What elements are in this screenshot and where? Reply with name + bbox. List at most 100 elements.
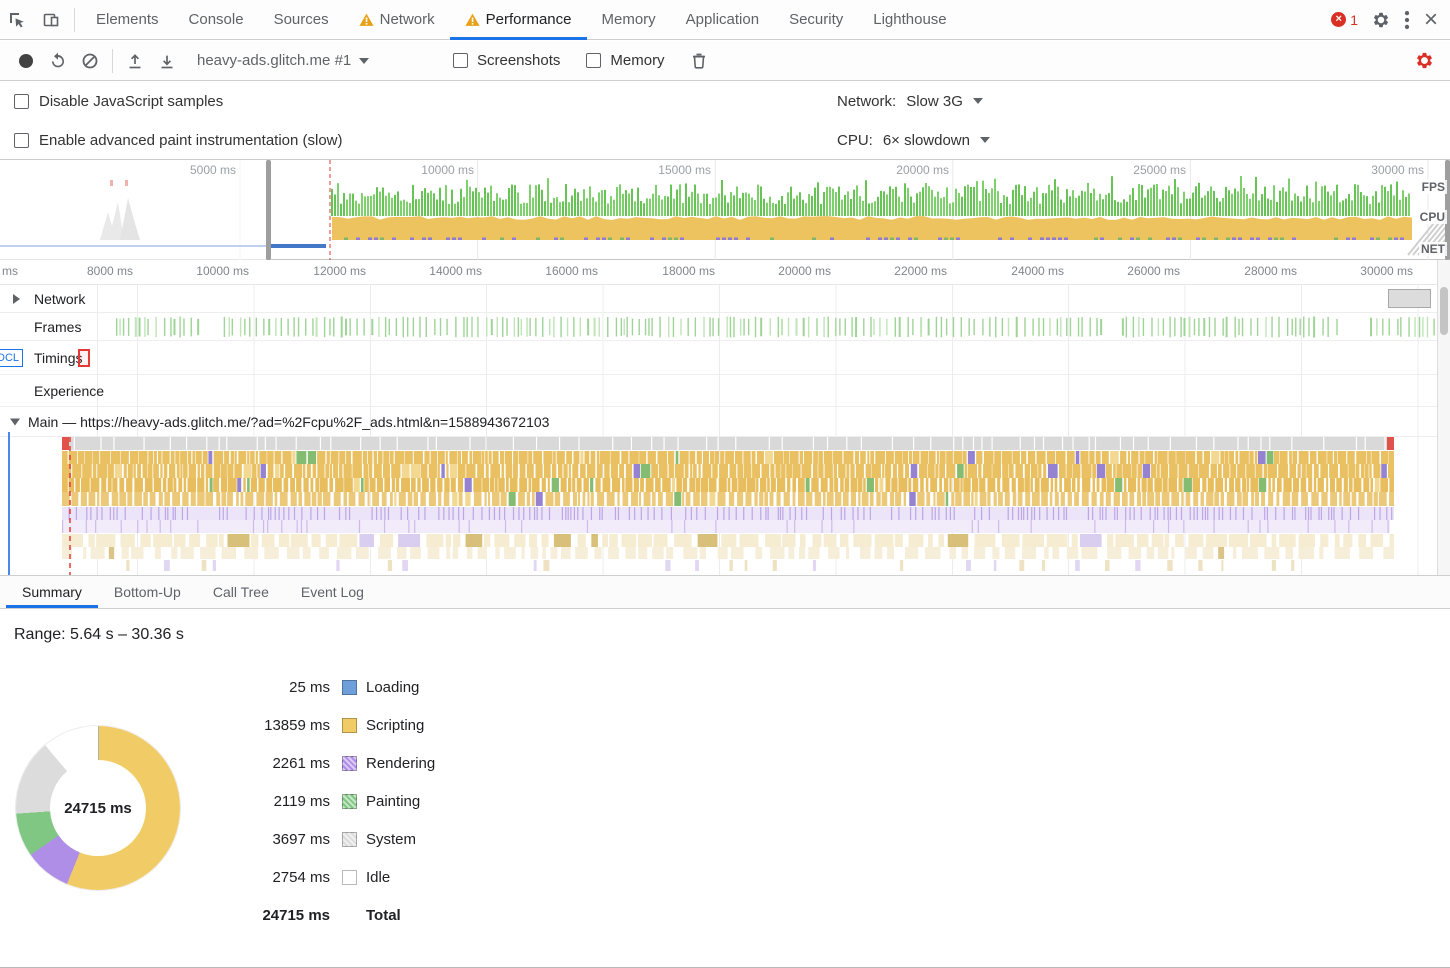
tab-summary[interactable]: Summary xyxy=(6,576,98,608)
record-button[interactable] xyxy=(10,45,42,77)
timings-track-label: Timings xyxy=(34,350,83,366)
chevron-down-icon xyxy=(973,98,983,104)
tab-label: Memory xyxy=(602,11,656,28)
tab-network[interactable]: Network xyxy=(344,0,450,40)
tab-console[interactable]: Console xyxy=(174,0,259,40)
tab-label: Sources xyxy=(274,11,329,28)
legend-total-value: 24715 ms xyxy=(230,907,330,924)
details-tab-bar: Summary Bottom-Up Call Tree Event Log xyxy=(0,575,1450,609)
ruler-label: 14000 ms xyxy=(412,264,482,278)
tab-performance[interactable]: Performance xyxy=(450,0,587,40)
scrollbar-thumb[interactable] xyxy=(1440,287,1448,335)
tab-elements[interactable]: Elements xyxy=(81,0,174,40)
load-profile-button[interactable] xyxy=(119,45,151,77)
legend-label: Scripting xyxy=(366,717,424,734)
tab-event-log[interactable]: Event Log xyxy=(285,576,380,608)
frames-track[interactable]: Frames xyxy=(0,313,1437,341)
timings-track[interactable]: DCL Timings xyxy=(0,341,1437,375)
clear-recordings-button[interactable] xyxy=(74,45,106,77)
network-throttling-control: Network: Slow 3G xyxy=(837,81,983,121)
tab-label: Summary xyxy=(22,584,82,600)
tab-memory[interactable]: Memory xyxy=(587,0,671,40)
tab-label: Elements xyxy=(96,11,159,28)
tab-label: Event Log xyxy=(301,584,364,600)
network-request-bar[interactable] xyxy=(1388,289,1431,308)
chevron-down-icon xyxy=(359,58,369,64)
network-throttling-select[interactable]: Slow 3G xyxy=(906,93,983,110)
disable-js-samples-checkbox[interactable] xyxy=(14,94,29,109)
timeline-overview[interactable]: 5000 ms 10000 ms 15000 ms 20000 ms 25000… xyxy=(0,160,1450,260)
timeline-tracks: Network Frames DCL Timings Experience Ma… xyxy=(0,285,1437,575)
network-track[interactable]: Network xyxy=(0,285,1437,313)
legend-value: 13859 ms xyxy=(230,717,330,734)
tab-application[interactable]: Application xyxy=(671,0,774,40)
advanced-paint-checkbox[interactable] xyxy=(14,133,29,148)
ruler-label: 20000 ms xyxy=(761,264,831,278)
tab-bottom-up[interactable]: Bottom-Up xyxy=(98,576,197,608)
history-selected-value: heavy-ads.glitch.me #1 xyxy=(197,52,351,69)
vertical-scrollbar[interactable] xyxy=(1437,260,1450,575)
main-track-header[interactable]: Main — https://heavy-ads.glitch.me/?ad=%… xyxy=(0,407,1437,437)
collapse-arrow-icon[interactable] xyxy=(10,418,20,425)
capture-options-panel: Disable JavaScript samples Network: Slow… xyxy=(0,81,1450,160)
tab-label: Lighthouse xyxy=(873,11,946,28)
overview-chart[interactable] xyxy=(0,160,1450,260)
memory-label: Memory xyxy=(610,52,664,69)
system-swatch xyxy=(342,832,357,847)
tab-label: Bottom-Up xyxy=(114,584,181,600)
save-profile-button[interactable] xyxy=(151,45,183,77)
legend-row-idle: 2754 ms Idle xyxy=(230,866,435,888)
frames-chart[interactable] xyxy=(0,313,1437,341)
reload-record-button[interactable] xyxy=(42,45,74,77)
ruler-label: ms xyxy=(0,264,18,278)
screenshots-checkbox[interactable] xyxy=(453,53,468,68)
error-icon: × xyxy=(1331,12,1346,27)
ruler-label: 8000 ms xyxy=(63,264,133,278)
ruler-label: 28000 ms xyxy=(1227,264,1297,278)
cpu-throttling-value: 6× slowdown xyxy=(883,132,970,149)
summary-pane: Range: 5.64 s – 30.36 s 24715 ms 25 ms L… xyxy=(0,610,1450,966)
tab-lighthouse[interactable]: Lighthouse xyxy=(858,0,961,40)
memory-toggle[interactable]: Memory xyxy=(586,52,664,69)
ruler-label: 18000 ms xyxy=(645,264,715,278)
experience-track[interactable]: Experience xyxy=(0,375,1437,407)
screenshots-toggle[interactable]: Screenshots xyxy=(453,52,560,69)
recording-history-select[interactable]: heavy-ads.glitch.me #1 xyxy=(197,52,427,69)
settings-gear-icon[interactable] xyxy=(1372,11,1390,29)
device-toolbar-icon[interactable] xyxy=(34,4,68,36)
advanced-paint-label: Enable advanced paint instrumentation (s… xyxy=(39,132,343,149)
advanced-paint-toggle[interactable]: Enable advanced paint instrumentation (s… xyxy=(14,120,343,160)
divider xyxy=(112,49,113,73)
legend-label: Painting xyxy=(366,793,420,810)
scripting-swatch xyxy=(342,718,357,733)
tab-label: Call Tree xyxy=(213,584,269,600)
close-icon[interactable]: × xyxy=(1424,10,1438,30)
flame-chart-canvas[interactable] xyxy=(0,437,1437,575)
dcl-marker[interactable]: DCL xyxy=(0,349,23,367)
legend-label: Rendering xyxy=(366,755,435,772)
tab-call-tree[interactable]: Call Tree xyxy=(197,576,285,608)
tab-label: Network xyxy=(380,11,435,28)
cpu-throttling-select[interactable]: 6× slowdown xyxy=(883,132,990,149)
collect-garbage-button[interactable] xyxy=(683,45,715,77)
tab-label: Console xyxy=(189,11,244,28)
lcp-marker[interactable] xyxy=(78,349,90,367)
disable-js-samples-toggle[interactable]: Disable JavaScript samples xyxy=(14,81,223,121)
memory-checkbox[interactable] xyxy=(586,53,601,68)
legend-label: Idle xyxy=(366,869,390,886)
more-options-icon[interactable] xyxy=(1404,10,1410,30)
capture-settings-gear-icon[interactable] xyxy=(1408,45,1440,77)
tab-security[interactable]: Security xyxy=(774,0,858,40)
main-flame-chart[interactable] xyxy=(0,437,1437,575)
expand-arrow-icon[interactable] xyxy=(13,294,20,304)
inspect-element-icon[interactable] xyxy=(0,4,34,36)
devtools-window: Elements Console Sources Network Perform… xyxy=(0,0,1450,968)
donut-total-label: 24715 ms xyxy=(64,800,132,817)
error-count-badge[interactable]: × 1 xyxy=(1331,12,1358,28)
loading-swatch xyxy=(342,680,357,695)
tab-sources[interactable]: Sources xyxy=(259,0,344,40)
warning-icon xyxy=(465,13,480,27)
range-text: Range: 5.64 s – 30.36 s xyxy=(14,626,184,644)
legend-row-painting: 2119 ms Painting xyxy=(230,790,435,812)
legend-total-label: Total xyxy=(366,907,401,924)
